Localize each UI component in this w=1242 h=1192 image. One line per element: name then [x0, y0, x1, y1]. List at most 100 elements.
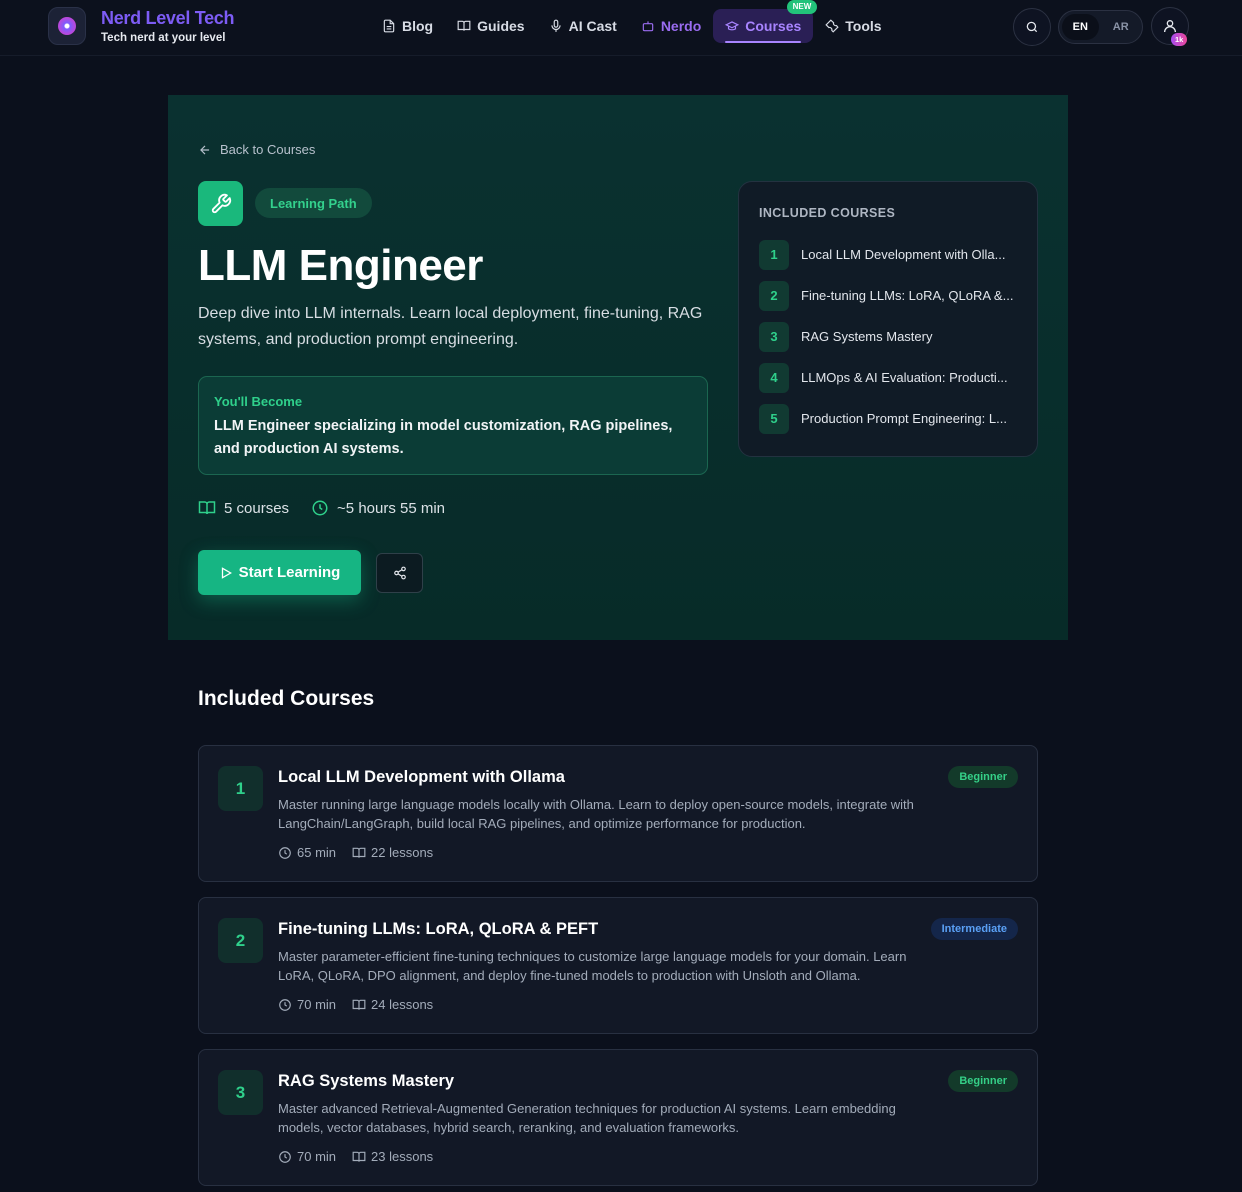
book-icon [457, 20, 471, 31]
course-meta: 70 min 24 lessons [278, 997, 433, 1012]
course-duration: 70 min [278, 997, 336, 1012]
share-icon [393, 566, 406, 580]
course-card[interactable]: 1 Local LLM Development with Ollama Mast… [198, 745, 1038, 882]
side-course-item[interactable]: 2 Fine-tuning LLMs: LoRA, QLoRA &... [759, 275, 1017, 316]
nav-link-label: Nerdo [660, 18, 702, 34]
brand-tagline: Tech nerd at your level [101, 32, 226, 44]
side-course-label: Local LLM Development with Olla... [801, 247, 1006, 262]
robot-icon [642, 21, 654, 32]
nav-link-tools[interactable]: Tools [813, 9, 893, 43]
side-course-number: 5 [759, 403, 789, 434]
become-label: You'll Become [214, 394, 303, 409]
hero-description: Deep dive into LLM internals. Learn loca… [198, 305, 703, 348]
course-number: 1 [218, 766, 263, 811]
level-badge: Beginner [948, 766, 1018, 788]
path-meta: 5 courses ~5 hours 55 min [198, 499, 445, 517]
total-duration: ~5 hours 55 min [311, 499, 445, 517]
logo-icon[interactable] [48, 7, 86, 45]
course-description: Master parameter-efficient fine-tuning t… [278, 949, 907, 983]
course-duration-label: 65 min [297, 845, 337, 860]
side-course-item[interactable]: 5 Production Prompt Engineering: L... [759, 398, 1017, 439]
microphone-icon [550, 19, 561, 32]
course-title[interactable]: Fine-tuning LLMs: LoRA, QLoRA & PEFT [278, 920, 598, 939]
course-number: 2 [218, 918, 263, 963]
nav-link-ai-cast[interactable]: AI Cast [537, 9, 629, 43]
nav-links: Blog Guides AI Cast Nerdo Courses NEW To… [370, 0, 894, 43]
course-title[interactable]: Local LLM Development with Ollama [278, 768, 565, 787]
course-lessons: 22 lessons [352, 845, 433, 860]
course-card[interactable]: 2 Fine-tuning LLMs: LoRA, QLoRA & PEFT M… [198, 897, 1038, 1034]
course-meta: 70 min 23 lessons [278, 1149, 433, 1164]
course-lessons-label: 24 lessons [371, 997, 434, 1012]
user-points-badge: 1k [1171, 33, 1188, 46]
lang-ar-button[interactable]: AR [1103, 14, 1140, 40]
course-lessons-label: 23 lessons [371, 1149, 434, 1164]
play-icon [221, 566, 232, 579]
course-duration-label: 70 min [297, 997, 337, 1012]
become-text: LLM Engineer specializing in model custo… [214, 418, 673, 457]
course-lessons: 23 lessons [352, 1149, 433, 1164]
clock-icon [279, 1150, 291, 1163]
nav-link-blog[interactable]: Blog [370, 9, 445, 43]
hero-section: Back to Courses Learning Path LLM Engine… [168, 95, 1068, 640]
learning-path-chip: Learning Path [255, 188, 372, 218]
wrench-icon [825, 19, 839, 33]
start-learning-label: Start Learning [238, 564, 341, 581]
course-duration-label: 70 min [297, 1149, 337, 1164]
course-card[interactable]: 3 RAG Systems Mastery Master advanced Re… [198, 1049, 1038, 1186]
back-link-label: Back to Courses [220, 142, 316, 157]
section-title: Included Courses [198, 687, 375, 710]
brand-name[interactable]: Nerd Level Tech [101, 8, 235, 29]
nav-link-nerdo[interactable]: Nerdo [629, 9, 713, 43]
back-to-courses-link[interactable]: Back to Courses [198, 142, 315, 157]
course-description: Master running large language models loc… [278, 797, 914, 831]
course-lessons-label: 22 lessons [371, 845, 434, 860]
side-course-item[interactable]: 3 RAG Systems Mastery [759, 316, 1017, 357]
clock-icon [312, 500, 328, 516]
wrench-icon [198, 181, 243, 226]
courses-count: 5 courses [198, 499, 289, 517]
course-meta: 65 min 22 lessons [278, 845, 433, 860]
course-description: Master advanced Retrieval-Augmented Gene… [278, 1101, 896, 1135]
lang-en-button[interactable]: EN [1062, 14, 1099, 40]
level-badge: Beginner [948, 1070, 1018, 1092]
search-button[interactable] [1013, 8, 1051, 46]
side-course-item[interactable]: 4 LLMOps & AI Evaluation: Producti... [759, 357, 1017, 398]
new-badge: NEW [786, 0, 818, 14]
nav-link-courses[interactable]: Courses NEW [713, 0, 818, 43]
book-icon [352, 1151, 366, 1162]
side-course-label: Production Prompt Engineering: L... [801, 411, 1007, 426]
course-number: 3 [218, 1070, 263, 1115]
nav-link-label: Blog [402, 18, 434, 34]
courses-count-label: 5 courses [224, 499, 290, 517]
graduation-cap-icon [725, 21, 740, 31]
start-learning-button[interactable]: Start Learning [198, 550, 361, 595]
book-icon [352, 847, 366, 858]
nav-link-guides[interactable]: Guides [445, 9, 536, 43]
course-title[interactable]: RAG Systems Mastery [278, 1072, 454, 1091]
clock-icon [279, 998, 291, 1011]
side-course-item[interactable]: 1 Local LLM Development with Olla... [759, 234, 1017, 275]
side-card-title: INCLUDED COURSES [759, 206, 896, 220]
page-title: LLM Engineer [198, 241, 483, 290]
course-duration: 70 min [278, 1149, 336, 1164]
nav-link-label: AI Cast [568, 18, 617, 34]
course-duration: 65 min [278, 845, 336, 860]
share-button[interactable] [376, 553, 423, 593]
nav-link-label: Courses [745, 18, 802, 34]
side-course-label: LLMOps & AI Evaluation: Producti... [801, 370, 1008, 385]
document-icon [383, 19, 395, 33]
level-badge: Intermediate [930, 918, 1018, 940]
duration-label: ~5 hours 55 min [337, 499, 446, 517]
arrow-left-icon [200, 145, 210, 154]
you-will-become-box: You'll Become LLM Engineer specializing … [198, 376, 708, 475]
book-icon [198, 501, 216, 515]
clock-icon [279, 846, 291, 859]
side-course-number: 2 [759, 280, 789, 311]
language-toggle: EN AR [1058, 10, 1143, 44]
side-course-label: RAG Systems Mastery [801, 329, 933, 344]
side-course-number: 3 [759, 321, 789, 352]
included-courses-card: INCLUDED COURSES 1 Local LLM Development… [738, 181, 1038, 457]
user-icon [1164, 20, 1176, 33]
side-course-number: 1 [759, 239, 789, 270]
